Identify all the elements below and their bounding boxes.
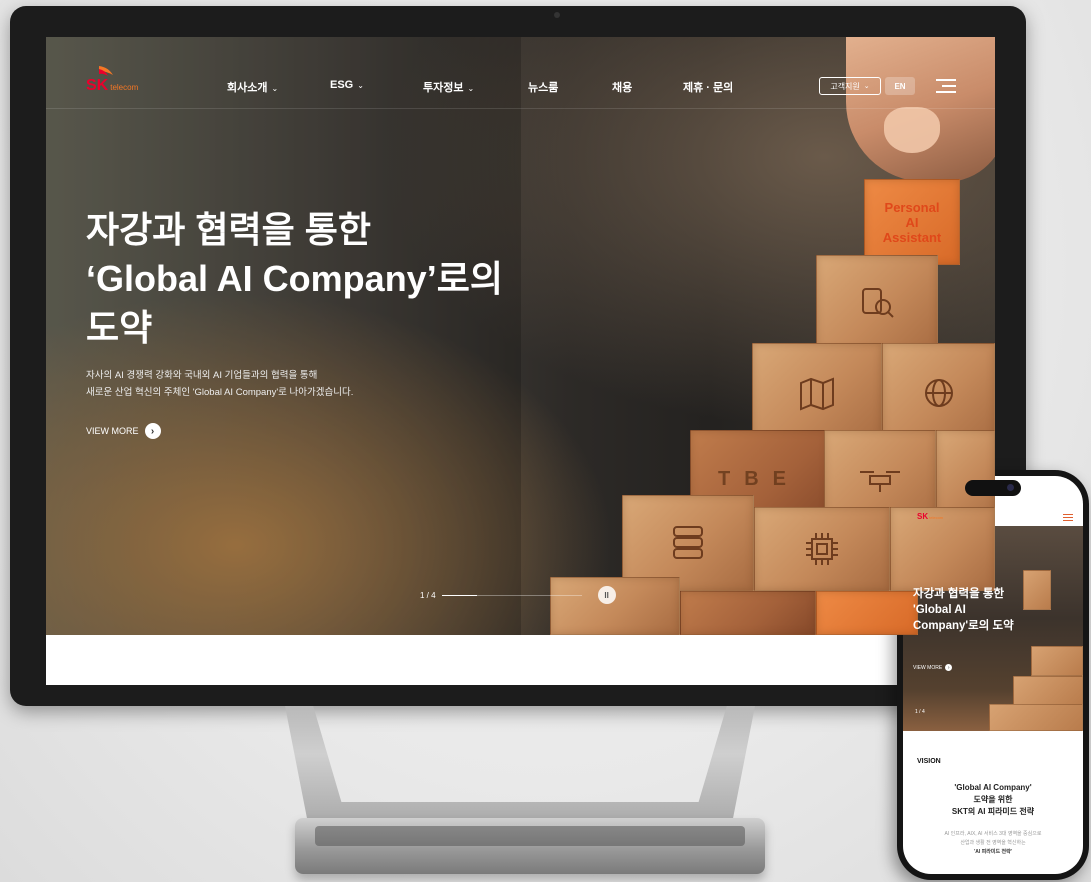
nav-label: 회사소개 <box>227 82 268 94</box>
block-bottom-3 <box>816 591 918 635</box>
chip-icon <box>806 533 838 565</box>
monitor-base <box>295 818 765 874</box>
logo-sub: telecom <box>110 83 139 92</box>
hero-desc-line: 새로운 산업 혁신의 주체인 'Global AI Company'로 나아가겠… <box>86 387 354 398</box>
mobile-hero-title-line: Company'로의 도약 <box>913 620 1014 632</box>
nav-investor[interactable]: 투자정보 ⌄ <box>423 79 474 95</box>
vision-title-line: 'Global AI Company' <box>954 783 1032 792</box>
logo[interactable]: SK telecom <box>86 66 139 95</box>
view-more-label: VIEW MORE <box>86 426 139 436</box>
chevron-down-icon: ⌄ <box>271 84 279 93</box>
block-globe-icon <box>882 343 995 443</box>
pager-progress-fill <box>441 594 477 596</box>
mobile-hamburger-menu-icon[interactable] <box>1063 514 1073 523</box>
vision-title: 'Global AI Company' 도약을 위한 SKT의 AI 피라미드 … <box>903 782 1083 818</box>
mobile-block <box>1031 646 1083 676</box>
mobile-logo-brand: SK <box>917 512 929 521</box>
mobile-logo-sub: telecom <box>929 515 944 520</box>
desktop-monitor: Personal AI Assistant TBE SK telecom 회사소… <box>10 6 1026 706</box>
block-label-tbe: TBE <box>718 467 800 490</box>
mobile-logo[interactable]: SK telecom <box>917 512 943 521</box>
front-camera-icon <box>1007 484 1014 491</box>
language-button[interactable]: EN <box>885 77 915 95</box>
customer-support-label: 고객지원 <box>830 81 860 91</box>
vision-label: VISION <box>917 758 941 765</box>
block-map-icon <box>752 343 882 443</box>
server-icon <box>673 526 703 559</box>
hero-description: 자사의 AI 경쟁력 강화와 국내외 AI 기업들과의 협력을 통해 새로운 산… <box>86 367 353 401</box>
camera-icon <box>554 12 560 18</box>
slide-pager: 1 / 4 II <box>420 586 616 604</box>
nav-label: 제휴 · 문의 <box>683 82 734 94</box>
mobile-block <box>989 704 1083 731</box>
map-icon <box>800 377 834 411</box>
vision-description: AI 인프라, AIX, AI 서비스 3대 영역을 중심으로 산업과 생활 전… <box>903 830 1083 848</box>
vision-title-line: 도약을 위한 <box>973 795 1013 804</box>
block-bottom-2 <box>680 591 816 635</box>
mobile-block <box>1013 676 1083 706</box>
mobile-pager-text: 1 / 4 <box>915 709 925 715</box>
nav-label: ESG <box>330 79 354 91</box>
nav-label: 뉴스룸 <box>528 82 559 94</box>
chevron-down-icon: ⌄ <box>863 83 870 90</box>
sk-wing-icon <box>99 66 113 76</box>
hamburger-menu-icon[interactable] <box>936 79 956 93</box>
vision-strategy-link[interactable]: 'AI 피라미드 전략' <box>903 848 1083 855</box>
mobile-block <box>1023 570 1051 610</box>
vision-desc-line: 산업과 생활 전 영역을 혁신하는 <box>960 840 1026 846</box>
device-search-icon <box>862 288 894 318</box>
nav-newsroom[interactable]: 뉴스룸 <box>528 79 558 95</box>
chevron-down-icon: ⌄ <box>357 81 364 90</box>
nav-esg[interactable]: ESG ⌄ <box>330 79 364 91</box>
mobile-view-more-label: VIEW MORE <box>913 664 943 671</box>
nav-label: 투자정보 <box>423 82 464 94</box>
hero-title-line: 자강과 협력을 통한 <box>86 209 371 250</box>
top-navigation: SK telecom 회사소개 ⌄ ESG ⌄ 투자정보 ⌄ 뉴스룸 채용 제휴 · … <box>46 37 995 109</box>
block-search-icon <box>816 255 938 351</box>
mobile-hero-title-line: 자강과 협력을 통한 <box>913 588 1005 600</box>
globe-icon <box>924 379 953 407</box>
nav-company[interactable]: 회사소개 ⌄ <box>227 79 278 95</box>
logo-brand: SK <box>86 77 109 94</box>
block-chip-icon <box>754 507 890 591</box>
hero-title-line: 도약 <box>86 307 153 348</box>
fingernail-image <box>884 107 940 153</box>
view-more-button[interactable]: VIEW MORE › <box>86 423 161 439</box>
block-personal-ai: Personal AI Assistant <box>864 179 960 265</box>
monitor-stand <box>285 706 755 826</box>
desktop-screen: Personal AI Assistant TBE SK telecom 회사소… <box>46 37 995 685</box>
language-label: EN <box>894 81 906 91</box>
vision-desc-line: AI 인프라, AIX, AI 서비스 3대 영역을 중심으로 <box>944 831 1042 837</box>
hero-desc-line: 자사의 AI 경쟁력 강화와 국내외 AI 기업들과의 협력을 통해 <box>86 370 318 381</box>
pause-icon[interactable]: II <box>597 586 616 604</box>
block-label-personal: Personal <box>884 199 940 215</box>
mobile-hero-title-line: 'Global AI <box>913 604 966 616</box>
pager-progress-track <box>441 594 582 596</box>
arrow-right-icon: › <box>945 664 953 671</box>
vision-title-line: SKT의 AI 피라미드 전략 <box>951 807 1035 816</box>
below-hero-area <box>46 635 995 685</box>
arrow-right-icon: › <box>144 423 161 439</box>
chevron-down-icon: ⌄ <box>467 84 475 93</box>
pager-text: 1 / 4 <box>420 590 436 600</box>
hero-title: 자강과 협력을 통한 ‘Global AI Company’로의 도약 <box>86 205 556 352</box>
drone-icon <box>860 471 900 492</box>
nav-contact[interactable]: 제휴 · 문의 <box>683 79 733 95</box>
block-label-ai: AI <box>905 214 919 230</box>
block-label-assistant: Assistant <box>882 229 942 245</box>
mobile-view-more-button[interactable]: VIEW MORE › <box>913 664 953 671</box>
nav-careers[interactable]: 채용 <box>612 79 632 95</box>
nav-label: 채용 <box>612 82 633 94</box>
hero-banner: Personal AI Assistant TBE SK telecom 회사소… <box>46 37 995 635</box>
hero-title-line: ‘Global AI Company’로의 <box>86 258 503 299</box>
mobile-hero-title: 자강과 협력을 통한 'Global AI Company'로의 도약 <box>913 586 1014 634</box>
customer-support-select[interactable]: 고객지원 ⌄ <box>819 77 881 95</box>
